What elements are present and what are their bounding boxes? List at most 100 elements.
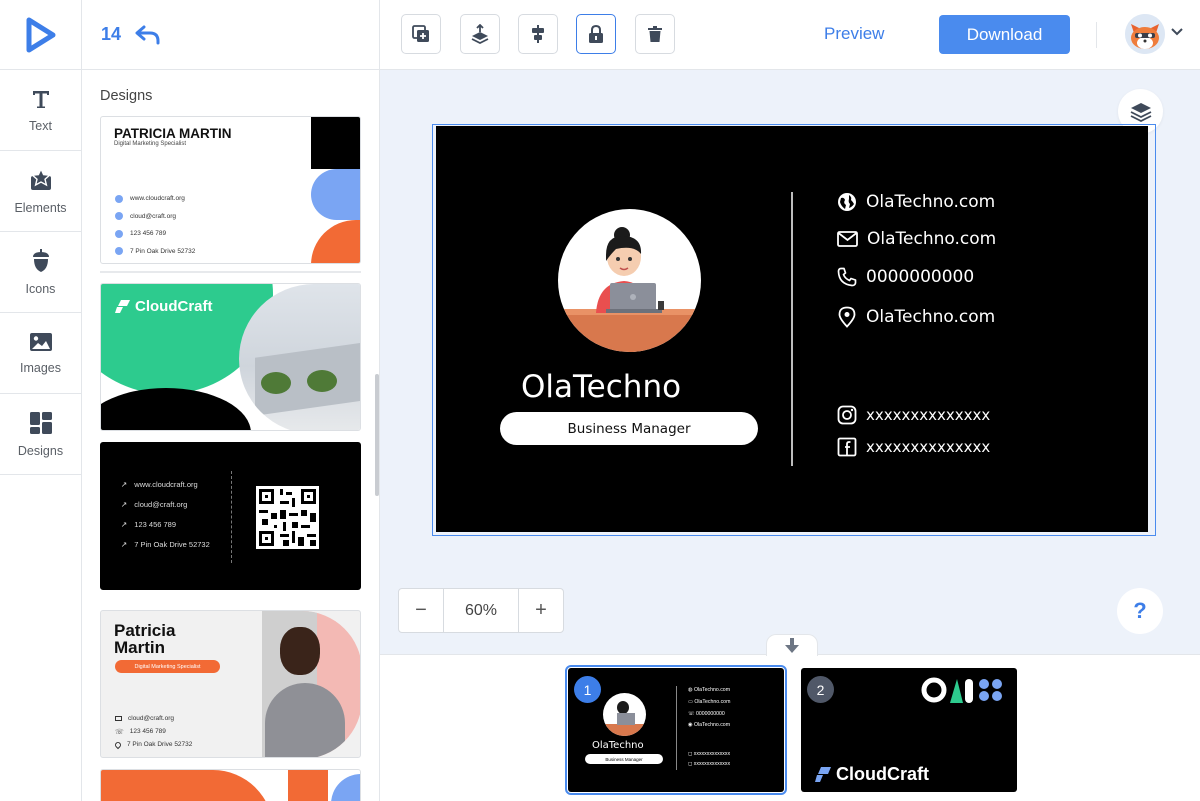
fox-avatar-icon xyxy=(1125,14,1165,54)
trash-icon xyxy=(648,26,662,42)
thumb-text: OlaTechno.com xyxy=(693,722,731,729)
tree-shape xyxy=(307,370,337,392)
image-icon xyxy=(29,332,52,351)
template-card-orange[interactable] xyxy=(100,769,361,801)
rail-item-images[interactable]: Images xyxy=(0,313,81,394)
zoom-in-button[interactable]: + xyxy=(519,589,563,632)
rail-item-text[interactable]: Text xyxy=(0,70,81,151)
play-logo-icon xyxy=(26,17,55,52)
designs-grid-icon xyxy=(29,411,52,434)
contact-text: 7 Pin Oak Drive 52732 xyxy=(130,247,196,255)
card-email-row[interactable]: OlaTechno.com xyxy=(837,229,996,249)
orange-shape xyxy=(101,770,273,801)
delete-button[interactable] xyxy=(635,14,675,54)
card-website-row[interactable]: OlaTechno.com xyxy=(837,192,995,212)
thumb-avatar xyxy=(603,693,646,736)
layers-up-icon xyxy=(471,24,489,44)
contact-text: cloud@craft.org xyxy=(128,715,174,722)
page-thumbnail-2[interactable]: 2 CloudCraft xyxy=(801,668,1017,792)
contact-line: 7 Pin Oak Drive 52732 xyxy=(113,738,193,751)
user-avatar[interactable] xyxy=(1125,14,1165,54)
panel-scrollbar[interactable] xyxy=(375,374,379,496)
template-card-black-qr[interactable]: ↗ www.cloudcraft.org ↗ cloud@craft.org ↗ 12… xyxy=(100,442,361,590)
template-card-patricia-photo[interactable]: Patricia Martin Digital Marketing Specia… xyxy=(100,610,361,758)
card-phone: 0000000000 xyxy=(866,267,975,287)
page-number-badge: 1 xyxy=(574,676,601,703)
contact-line: ↗ 7 Pin Oak Drive 52732 xyxy=(121,540,210,560)
undo-icon[interactable] xyxy=(135,25,161,45)
text-icon xyxy=(32,90,49,108)
card-address-row[interactable]: OlaTechno.com xyxy=(837,306,995,328)
chevron-down-icon[interactable] xyxy=(1171,28,1183,36)
panel-title: Designs xyxy=(100,88,153,104)
thumb-brand: CloudCraft xyxy=(815,764,929,785)
duplicate-button[interactable] xyxy=(401,14,441,54)
contact-text: www.cloudcraft.org xyxy=(130,195,185,203)
portrait-photo xyxy=(262,611,360,757)
contact-line: ↗ cloud@craft.org xyxy=(121,500,210,520)
black-circle-shape xyxy=(101,388,251,430)
rail-item-label: Images xyxy=(20,360,61,375)
brand-text: CloudCraft xyxy=(836,764,929,784)
card-name[interactable]: OlaTechno xyxy=(521,369,681,405)
template-name: PATRICIA MARTIN xyxy=(114,126,232,141)
zoom-control: − 60% + xyxy=(398,588,564,633)
business-card-canvas[interactable]: OlaTechno Business Manager OlaTechno.com… xyxy=(436,126,1148,532)
preview-button[interactable]: Preview xyxy=(824,24,884,44)
brand-text: CloudCraft xyxy=(135,298,213,315)
thumb-line: ◻ xxxxxxxxxxxxxx xyxy=(688,761,731,767)
rail-item-icons[interactable]: Icons xyxy=(0,232,81,313)
lock-button[interactable] xyxy=(576,14,616,54)
page-number-badge: 2 xyxy=(807,676,834,703)
orange-quarter xyxy=(311,220,360,263)
dashed-divider xyxy=(231,471,232,563)
template-divider xyxy=(100,271,361,273)
help-button[interactable]: ? xyxy=(1117,588,1163,634)
contact-text: 7 Pin Oak Drive 52732 xyxy=(134,540,210,549)
instagram-icon xyxy=(837,405,857,425)
contact-text: cloud@craft.org xyxy=(134,500,188,509)
download-button[interactable]: Download xyxy=(939,15,1070,54)
pages-strip xyxy=(380,654,1200,801)
contact-line: ↗ www.cloudcraft.org xyxy=(121,480,210,500)
card-facebook-row[interactable]: xxxxxxxxxxxxxx xyxy=(837,437,990,457)
portrait-shirt xyxy=(265,683,345,757)
rail-item-designs[interactable]: Designs xyxy=(0,394,81,475)
thumb-line: ▭ OlaTechno.com xyxy=(688,698,731,705)
align-button[interactable] xyxy=(518,14,558,54)
layer-order-button[interactable] xyxy=(460,14,500,54)
page-thumbnail-1[interactable]: 1 OlaTechno Business Manager ◍ OlaTechno… xyxy=(565,665,787,795)
phone-icon xyxy=(115,229,123,238)
template-brand: CloudCraft xyxy=(115,298,213,315)
arrow-icon: ↗ xyxy=(121,520,128,529)
cloudcraft-logo-icon xyxy=(115,300,130,313)
black-block xyxy=(311,117,360,169)
template-contact-list: ↗ www.cloudcraft.org ↗ cloud@craft.org ↗ 12… xyxy=(121,480,210,560)
thumb-text: 0000000000 xyxy=(695,710,725,717)
template-contact-list: www.cloudcraft.org cloud@craft.org 123 4… xyxy=(115,190,195,260)
profile-illustration xyxy=(558,209,701,352)
top-toolbar: Preview Download xyxy=(380,0,1200,70)
contact-text: 7 Pin Oak Drive 52732 xyxy=(127,741,193,748)
card-title-pill[interactable]: Business Manager xyxy=(500,412,758,445)
template-card-cloudcraft-green[interactable]: CloudCraft xyxy=(100,283,361,431)
rail-item-label: Elements xyxy=(14,200,67,215)
rail-item-label: Text xyxy=(29,118,52,133)
zoom-level[interactable]: 60% xyxy=(443,589,519,632)
blue-shape xyxy=(331,774,360,801)
rail-item-elements[interactable]: Elements xyxy=(0,151,81,232)
left-rail: Text Elements Icons Images Designs xyxy=(0,0,82,801)
card-instagram-row[interactable]: xxxxxxxxxxxxxx xyxy=(837,405,990,425)
zoom-out-button[interactable]: − xyxy=(399,589,443,632)
thumb-line: ◻ xxxxxxxxxxxxxx xyxy=(688,751,731,757)
template-card-patricia-white[interactable]: PATRICIA MARTIN Digital Marketing Specia… xyxy=(100,116,361,264)
location-icon xyxy=(115,247,123,256)
card-phone-row[interactable]: 0000000000 xyxy=(837,267,974,287)
app-logo[interactable] xyxy=(0,0,81,70)
shapes-star-icon xyxy=(30,167,51,190)
duplicate-icon xyxy=(412,25,429,42)
collapse-pages-tab[interactable] xyxy=(766,634,818,656)
thumb-title-pill: Business Manager xyxy=(585,754,663,764)
arrow-down-icon xyxy=(785,638,799,653)
location-icon xyxy=(113,740,123,749)
